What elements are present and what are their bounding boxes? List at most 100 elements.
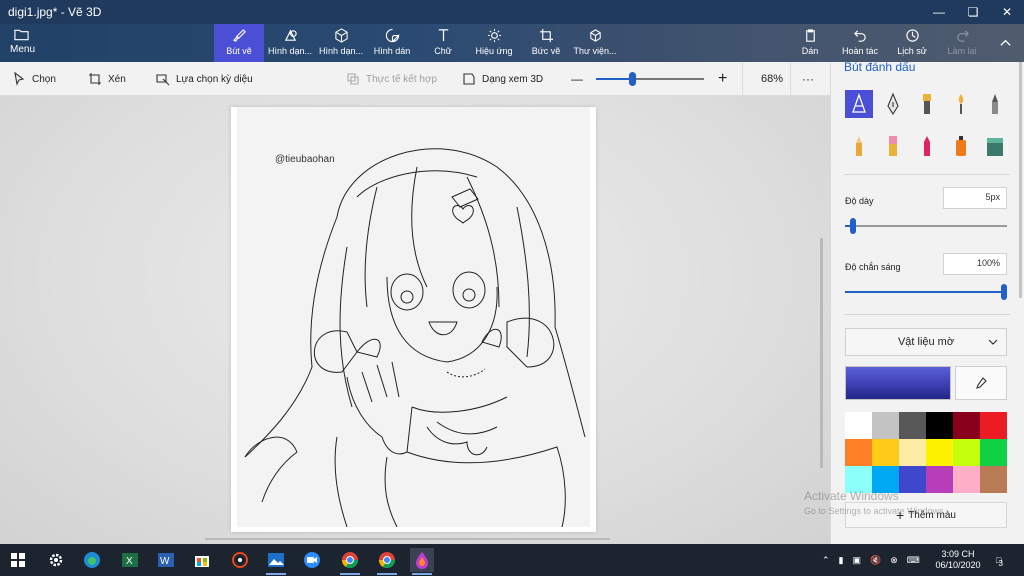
workspace[interactable]: @tieubaohan [0, 96, 830, 544]
tab-brushes[interactable]: Bút vẽ [214, 24, 264, 62]
line-art-drawing [244, 148, 586, 527]
pixel-pen-icon [992, 94, 998, 114]
zoom-slider-fill [596, 78, 632, 80]
canvas-image[interactable]: @tieubaohan [237, 107, 590, 527]
panel-scrollbar[interactable] [1019, 62, 1022, 298]
volume-icon[interactable]: 🔇 [870, 555, 881, 566]
color-swatch[interactable] [980, 439, 1007, 466]
zoom-slider-thumb[interactable] [629, 72, 636, 86]
redo-button[interactable]: Làm lại [944, 24, 980, 62]
taskbar-photos[interactable] [264, 548, 288, 575]
taskbar-excel[interactable]: X [118, 548, 142, 572]
fill-icon [987, 138, 1003, 156]
taskbar-zoom[interactable] [300, 548, 324, 572]
eyedropper-button[interactable] [955, 366, 1007, 400]
oil-brush-icon [923, 94, 931, 114]
taskbar-word[interactable]: W [154, 548, 178, 572]
mixed-reality-button[interactable]: Thực tế kết hợp [346, 62, 437, 96]
color-swatch[interactable] [899, 439, 926, 466]
tab-3d-library[interactable]: Thư viện... [572, 24, 618, 62]
color-swatch[interactable] [980, 412, 1007, 439]
thickness-input[interactable]: 5px [943, 187, 1007, 209]
zoom-out-button[interactable]: — [571, 62, 583, 96]
color-swatch[interactable] [845, 439, 872, 466]
taskbar-edge[interactable] [80, 548, 104, 572]
color-swatch[interactable] [926, 439, 953, 466]
more-options-button[interactable]: ··· [802, 62, 814, 96]
tab-stickers[interactable]: Hình dán [369, 24, 415, 62]
view-3d-label: Dạng xem 3D [482, 73, 544, 85]
oil-brush[interactable] [913, 90, 941, 118]
close-button[interactable]: ✕ [990, 0, 1024, 24]
start-button[interactable] [6, 548, 30, 572]
fill-brush[interactable] [981, 132, 1009, 160]
vertical-scrollbar[interactable] [820, 238, 823, 468]
zoom-percent[interactable]: 68% [761, 62, 783, 96]
taskbar-media[interactable] [228, 548, 252, 572]
tab-canvas[interactable]: Bức vẽ [526, 24, 566, 62]
color-swatch[interactable] [872, 412, 899, 439]
color-swatch[interactable] [926, 412, 953, 439]
material-dropdown[interactable]: Vật liệu mờ [845, 328, 1007, 356]
select-tool[interactable]: Chọn [12, 62, 56, 96]
thickness-slider[interactable] [845, 218, 1007, 234]
input-icon[interactable]: ⌨ [907, 555, 920, 566]
pixel-pen-brush[interactable] [981, 90, 1009, 118]
clock[interactable]: 3:09 CH 06/10/2020 [930, 549, 986, 571]
taskbar-settings[interactable] [44, 548, 68, 572]
spray-can-brush[interactable] [947, 132, 975, 160]
material-value: Vật liệu mờ [897, 336, 955, 348]
taskbar-chrome-2[interactable] [375, 548, 399, 575]
taskbar-store[interactable] [190, 548, 214, 572]
location-icon[interactable]: ⊗ [890, 555, 898, 566]
canvas[interactable]: @tieubaohan [231, 107, 596, 532]
thickness-slider-thumb[interactable] [850, 218, 856, 234]
tab-2d-shapes[interactable]: Hình dạn... [266, 24, 314, 62]
calligraphy-pen-brush[interactable] [879, 90, 907, 118]
tab-effects[interactable]: Hiệu ứng [472, 24, 516, 62]
taskbar-chrome[interactable] [338, 548, 362, 575]
notification-center[interactable]: □ 3 [996, 544, 1003, 576]
history-button[interactable]: Lịch sử [894, 24, 930, 62]
color-swatch[interactable] [872, 439, 899, 466]
opacity-slider[interactable] [845, 284, 1007, 300]
collapse-ribbon-button[interactable] [994, 24, 1016, 62]
crop-tool[interactable]: Xén [88, 62, 126, 96]
taskbar-paint-3d[interactable] [410, 548, 434, 575]
watercolor-brush[interactable] [947, 90, 975, 118]
magic-select-tool[interactable]: Lựa chọn kỳ diệu [156, 62, 253, 96]
color-swatch[interactable] [899, 412, 926, 439]
pencil-brush[interactable] [845, 132, 873, 160]
horizontal-scrollbar[interactable] [205, 538, 610, 540]
current-color-swatch[interactable] [845, 366, 951, 400]
spray-can-icon [956, 136, 966, 156]
svg-text:X: X [126, 556, 133, 567]
opacity-input[interactable]: 100% [943, 253, 1007, 275]
menu-button[interactable]: Menu [10, 28, 35, 55]
tab-3d-shapes[interactable]: Hình dạn... [317, 24, 365, 62]
eraser-brush[interactable] [879, 132, 907, 160]
zoom-slider[interactable] [596, 72, 704, 86]
opacity-slider-thumb[interactable] [1001, 284, 1007, 300]
undo-button[interactable]: Hoàn tác [838, 24, 882, 62]
maximize-button[interactable]: ❏ [956, 0, 990, 24]
color-swatch[interactable] [980, 466, 1007, 493]
color-swatch[interactable] [953, 466, 980, 493]
chevron-up-icon[interactable]: ⌃ [822, 555, 830, 566]
undo-label: Hoàn tác [841, 46, 879, 56]
view-3d-button[interactable]: Dạng xem 3D [462, 62, 543, 96]
color-swatch[interactable] [845, 412, 872, 439]
crayon-brush[interactable] [913, 132, 941, 160]
network-icon[interactable]: ▣ [853, 555, 862, 566]
windows-start-icon [11, 553, 25, 567]
paste-button[interactable]: Dán [796, 24, 824, 62]
marker-brush[interactable] [845, 90, 873, 118]
3d-shapes-icon [334, 28, 348, 43]
minimize-button[interactable]: — [922, 0, 956, 24]
color-swatch[interactable] [953, 439, 980, 466]
zoom-in-button[interactable]: + [718, 62, 727, 96]
battery-icon[interactable]: ▮ [839, 555, 844, 566]
tab-label: Chữ [434, 46, 452, 56]
color-swatch[interactable] [953, 412, 980, 439]
tab-text[interactable]: Chữ [424, 24, 462, 62]
